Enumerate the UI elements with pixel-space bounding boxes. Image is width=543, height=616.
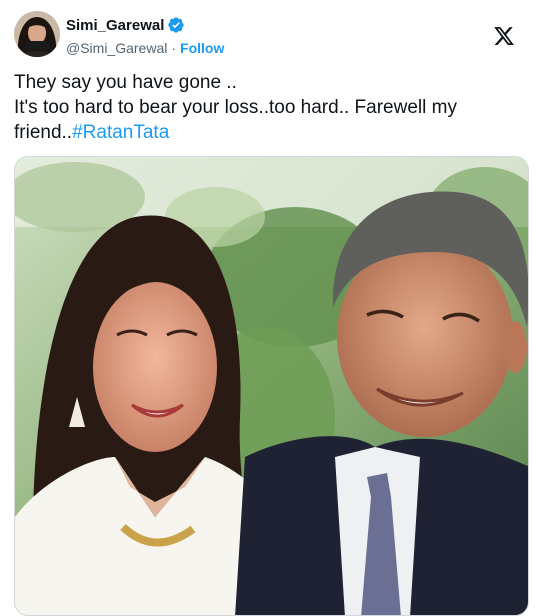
name-row: Simi_Garewal (66, 15, 224, 35)
avatar-image (14, 11, 60, 57)
verified-badge-icon (167, 16, 185, 34)
follow-button[interactable]: Follow (180, 40, 224, 56)
photo-image (15, 157, 528, 615)
avatar[interactable] (14, 11, 60, 57)
hashtag-link[interactable]: #RatanTata (72, 122, 169, 143)
tweet-card: Simi_Garewal @Simi_Garewal · Follow They… (0, 0, 543, 616)
tweet-header: Simi_Garewal @Simi_Garewal · Follow (14, 11, 529, 59)
separator-dot: · (171, 40, 177, 56)
tweet-line-1: They say you have gone .. (14, 72, 237, 93)
author-handle[interactable]: @Simi_Garewal (66, 40, 167, 56)
tweet-text: They say you have gone .. It's too hard … (14, 70, 524, 145)
tweet-photo[interactable] (14, 156, 529, 616)
x-logo-icon[interactable] (493, 25, 515, 47)
author-display-name[interactable]: Simi_Garewal (66, 17, 164, 34)
author-info: Simi_Garewal @Simi_Garewal · Follow (66, 15, 224, 59)
handle-row: @Simi_Garewal · Follow (66, 38, 224, 58)
